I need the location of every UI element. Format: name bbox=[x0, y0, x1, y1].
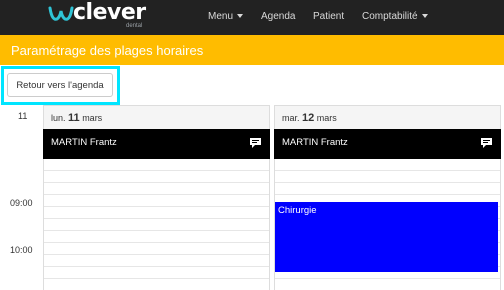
page-title-bar: Paramétrage des plages horaires bbox=[0, 35, 504, 65]
nav-agenda[interactable]: Agenda bbox=[261, 11, 295, 22]
practitioner-name: MARTIN Frantz bbox=[282, 137, 348, 148]
nav-menu-label: Menu bbox=[208, 11, 234, 22]
day-header: lun. 11 mars bbox=[43, 105, 270, 129]
day-date: lun. 11 mars bbox=[51, 112, 102, 124]
chevron-down-icon bbox=[421, 14, 428, 19]
nav-patient-label: Patient bbox=[313, 11, 345, 22]
day-header: mar. 12 mars bbox=[274, 105, 501, 129]
comment-icon[interactable] bbox=[249, 137, 262, 149]
time-label-0900: 09:00 bbox=[10, 198, 33, 208]
nav-agenda-label: Agenda bbox=[261, 11, 296, 22]
top-navbar: clever dental Menu Agenda Patient Compta… bbox=[0, 0, 504, 35]
practitioner-bar[interactable]: MARTIN Frantz bbox=[43, 129, 270, 159]
nav-comptabilite[interactable]: Comptabilité bbox=[362, 11, 428, 22]
day-prefix: mar. bbox=[282, 113, 300, 123]
practitioner-bar[interactable]: MARTIN Frantz bbox=[274, 129, 501, 159]
nav-menu[interactable]: Menu bbox=[208, 11, 244, 22]
time-label-11: 11 bbox=[18, 111, 28, 121]
logo-text: clever bbox=[73, 0, 146, 25]
practitioner-name: MARTIN Frantz bbox=[51, 137, 117, 148]
comment-icon[interactable] bbox=[480, 137, 493, 149]
back-to-agenda-button[interactable]: Retour vers l'agenda bbox=[7, 73, 113, 97]
logo-subtext: dental bbox=[126, 23, 143, 29]
event-label: Chirurgie bbox=[278, 205, 317, 216]
we-logo-mark bbox=[48, 6, 74, 21]
time-label-1000: 10:00 bbox=[10, 245, 33, 255]
nav-patient[interactable]: Patient bbox=[313, 11, 344, 22]
day-month: mars bbox=[316, 113, 337, 123]
day-number: 11 bbox=[68, 112, 80, 124]
chevron-down-icon bbox=[237, 14, 244, 19]
nav-comptabilite-label: Comptabilité bbox=[362, 11, 418, 22]
day-date: mar. 12 mars bbox=[282, 112, 337, 124]
weclever-logo[interactable]: clever dental bbox=[48, 0, 148, 33]
time-grid[interactable] bbox=[43, 159, 270, 290]
page-title: Paramétrage des plages horaires bbox=[11, 43, 204, 58]
day-column-monday: lun. 11 mars MARTIN Frantz bbox=[43, 105, 270, 290]
day-prefix: lun. bbox=[51, 113, 66, 123]
schedule-block-event[interactable]: Chirurgie bbox=[275, 202, 498, 272]
day-number: 12 bbox=[302, 112, 315, 124]
day-column-tuesday: mar. 12 mars MARTIN Frantz Chirurgie bbox=[274, 105, 501, 290]
day-month: mars bbox=[82, 113, 103, 123]
